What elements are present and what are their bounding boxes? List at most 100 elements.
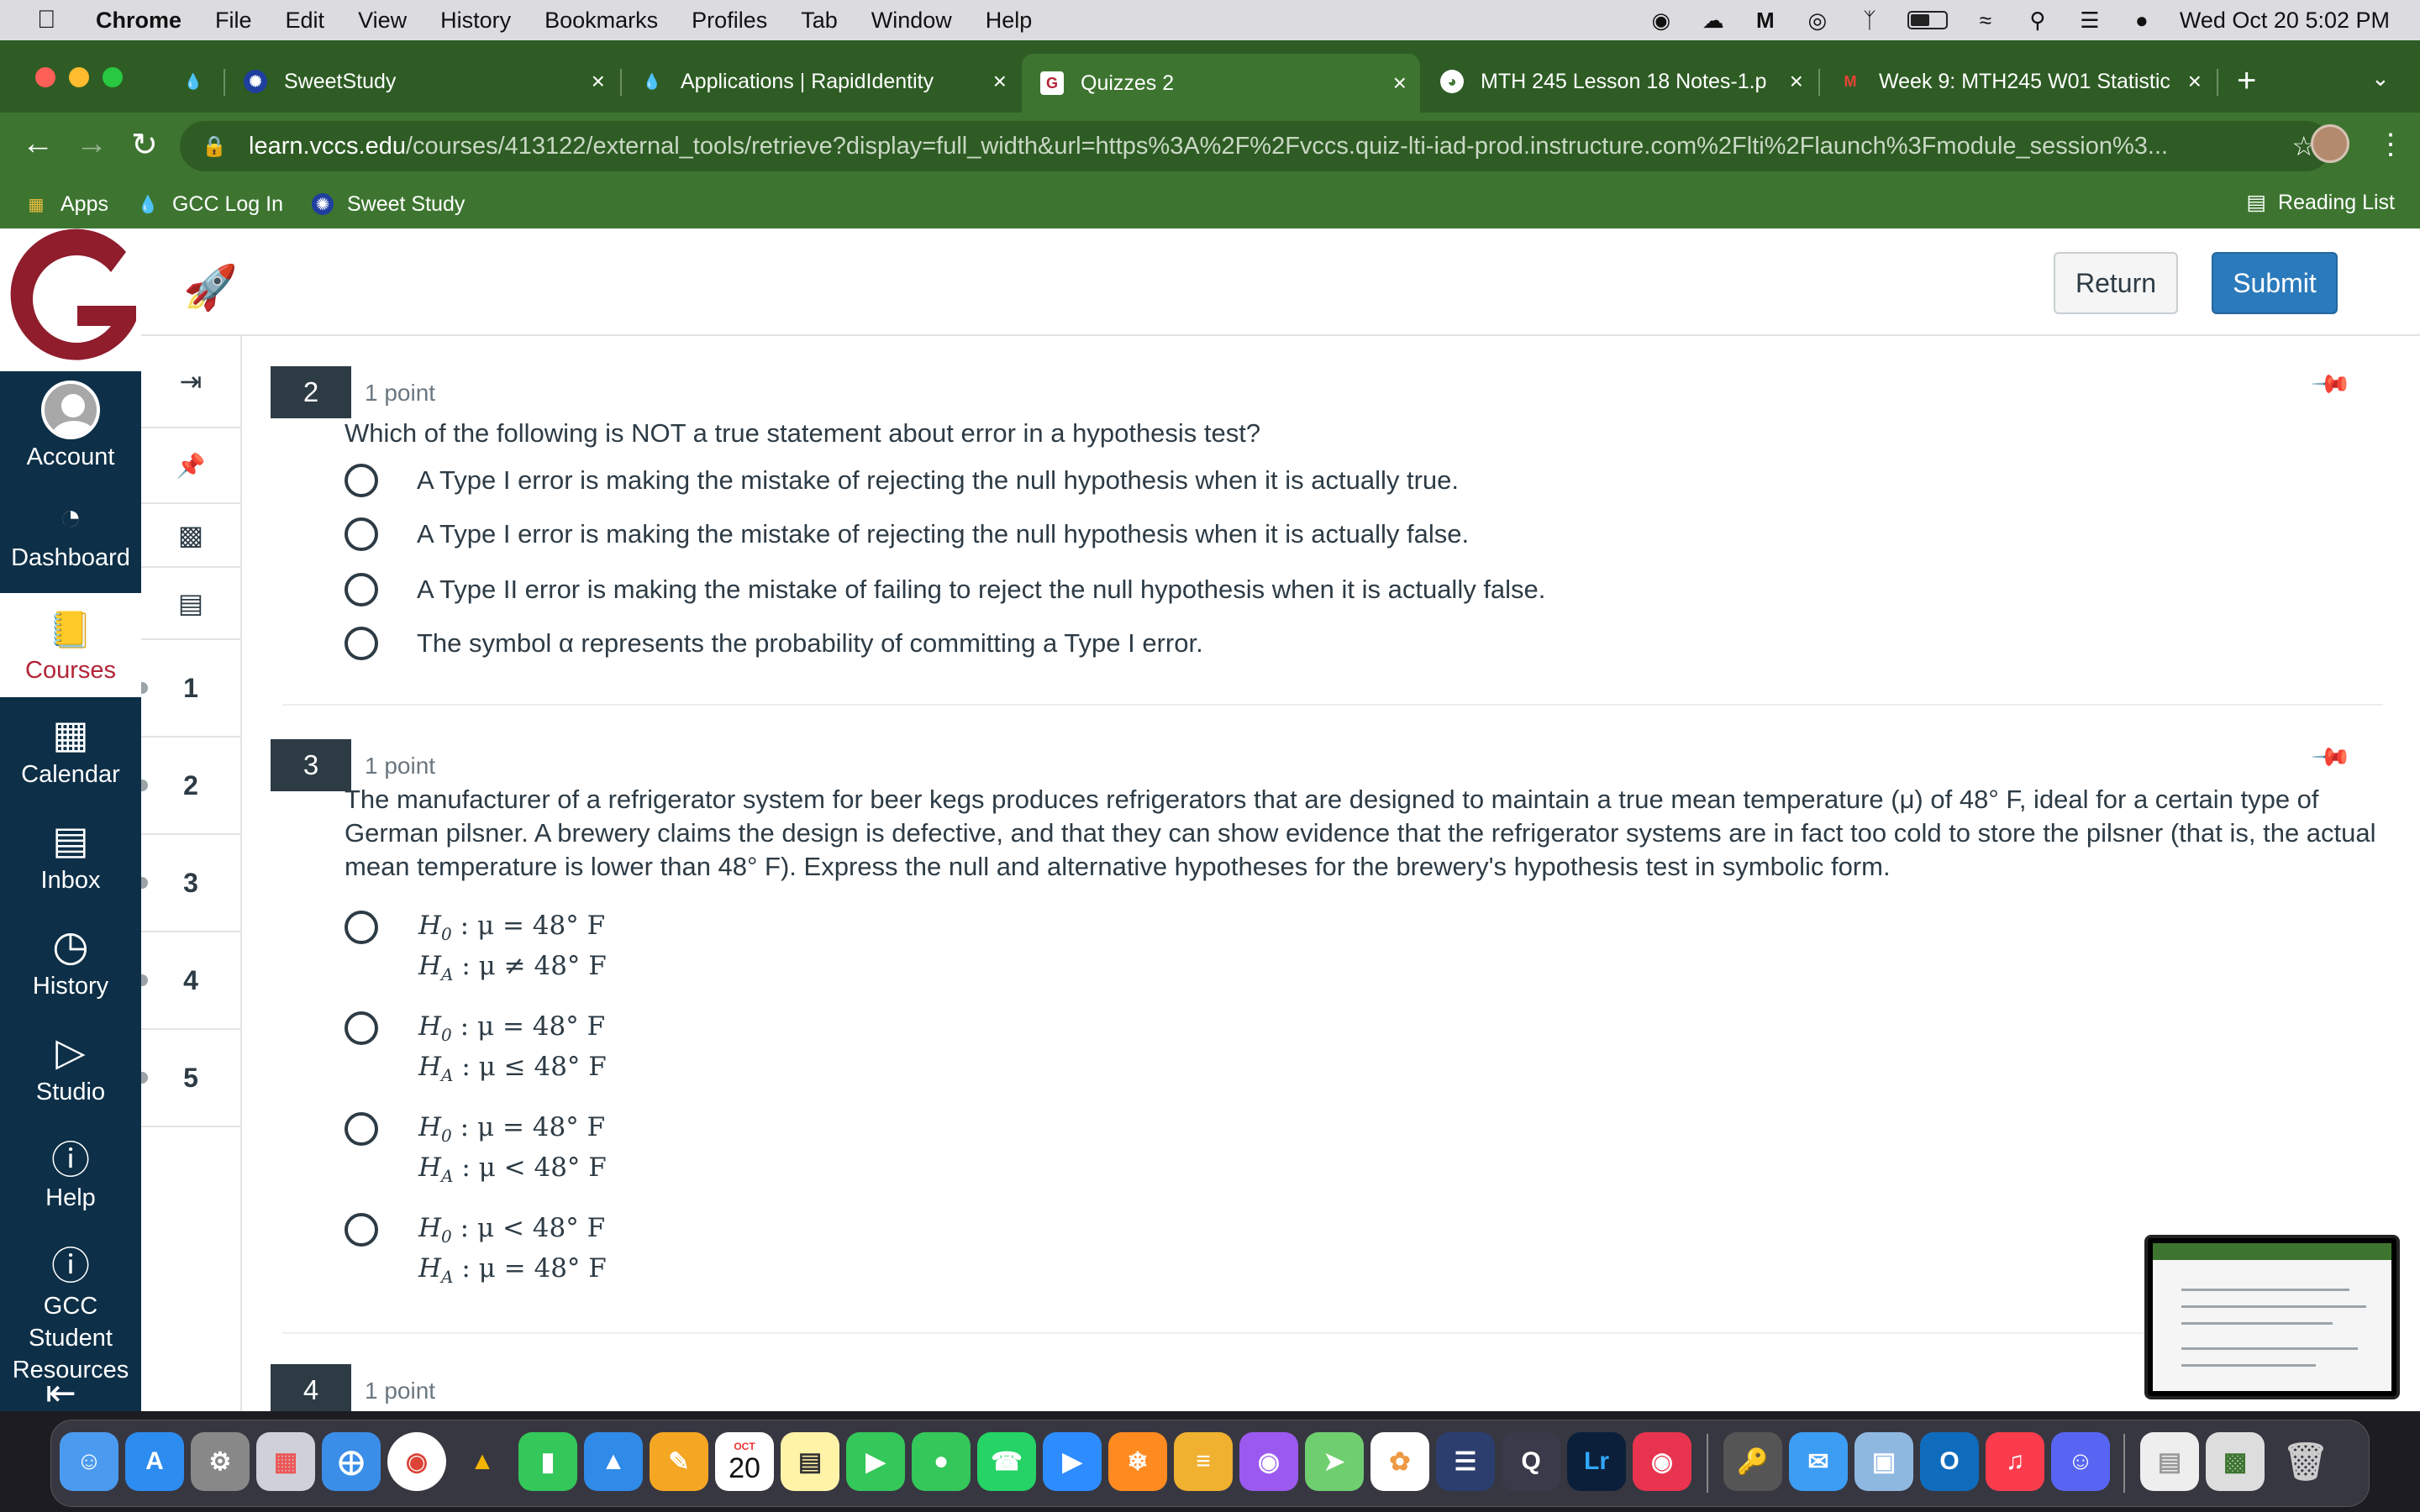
keychain-icon[interactable]: 🔑 [1723,1432,1782,1491]
menu-help[interactable]: Help [986,8,1033,34]
wifi-icon[interactable]: ≈ [1971,8,2000,33]
answer-radio[interactable] [345,464,378,497]
menubar-clock[interactable]: Wed Oct 20 5:02 PM [2180,8,2390,34]
menu-profiles[interactable]: Profiles [692,8,767,34]
screenshot-preview-thumbnail[interactable] [2144,1235,2400,1399]
zoom-icon[interactable]: ▶ [1043,1432,1102,1491]
forward-arrow-icon[interactable]: → [76,126,108,162]
preview-icon[interactable]: ▣ [1854,1432,1913,1491]
nav-gcc-student-resources[interactable]: ⓘ GCC Student Resources [0,1236,141,1383]
answer-radio[interactable] [345,627,378,660]
answer-option[interactable] [345,911,378,944]
layers-app-icon[interactable]: ☰ [1436,1432,1495,1491]
nav-account[interactable]: Account [0,381,141,477]
menu-edit[interactable]: Edit [286,8,325,34]
submit-button[interactable]: Submit [2212,252,2338,314]
tab-quizzes[interactable]: G Quizzes 2 × [1022,54,1420,113]
answer-option[interactable]: The symbol α represents the probability … [345,627,1203,660]
menu-history[interactable]: History [440,8,511,34]
nav-studio[interactable]: ▷ Studio [0,1025,141,1119]
snowflake-app-icon[interactable]: ❄ [1108,1432,1167,1491]
tab-close-icon[interactable]: × [993,68,1007,95]
control-center-icon[interactable]: ☰ [2075,8,2104,33]
app-store-icon[interactable]: A [125,1432,184,1491]
expand-panel-button[interactable]: ⇥ [141,336,240,428]
battery-icon[interactable] [1907,11,1948,29]
bookmark-apps[interactable]: ▦ Apps [25,192,108,217]
tab-close-icon[interactable]: × [1790,68,1803,95]
new-tab-plus-icon[interactable]: + [2237,62,2256,100]
menu-app-name[interactable]: Chrome [96,8,182,34]
siri-icon[interactable]: ● [2128,8,2156,33]
lightroom-icon[interactable]: Lr [1567,1432,1626,1491]
notes-app-icon[interactable]: ▤ [781,1432,839,1491]
launchpad-icon[interactable]: ▦ [256,1432,315,1491]
bookmark-sweet-study[interactable]: ✺ Sweet Study [312,192,465,217]
bookmark-gcc-login[interactable]: 💧 GCC Log In [137,192,283,217]
tab-search-chevron-icon[interactable]: ⌄ [2371,66,2390,92]
menu-view[interactable]: View [358,8,407,34]
apple-menu-icon[interactable]:  [37,6,71,34]
google-drive-icon[interactable]: ▲ [453,1432,512,1491]
messages-icon[interactable]: ● [912,1432,971,1491]
window-thumbnail-icon[interactable]: ▩ [2206,1432,2265,1491]
answer-option[interactable]: A Type I error is making the mistake of … [345,464,1459,497]
reload-icon[interactable]: ↻ [131,126,158,164]
quiz-nav-question[interactable]: 2 [141,738,240,835]
back-arrow-icon[interactable]: ← [22,126,54,162]
gcc-logo[interactable] [0,228,141,371]
podcasts-icon[interactable]: ◉ [1239,1432,1298,1491]
nav-history[interactable]: ◷ History [0,919,141,1013]
pages-icon[interactable]: ✎ [650,1432,708,1491]
chrome-menu-icon[interactable]: ⋮ [2376,128,2405,161]
answer-option[interactable]: A Type II error is making the mistake of… [345,573,1545,606]
pin-question-icon[interactable]: 📌 [2310,363,2353,406]
profile-avatar[interactable] [2311,124,2349,163]
answer-radio[interactable] [345,1213,378,1247]
document-thumbnail-icon[interactable]: ▤ [2140,1432,2199,1491]
notes-button[interactable]: ▤ [141,568,240,640]
nav-dashboard[interactable]: ◔ Dashboard [0,491,141,585]
tab-week9[interactable]: M Week 9: MTH245 W01 Statistic × [1820,55,2215,108]
answer-option[interactable] [345,1213,378,1247]
zoom-window-button[interactable] [103,67,123,87]
malwarebytes-icon[interactable]: M [1751,8,1780,33]
calculator-button[interactable]: ▩ [141,504,240,568]
answer-option[interactable]: A Type I error is making the mistake of … [345,517,1469,551]
nav-help[interactable]: ⓘ Help [0,1131,141,1225]
maps-icon[interactable]: ➤ [1305,1432,1364,1491]
address-bar[interactable]: 🔒 learn.vccs.edu /courses/413122/externa… [180,121,2331,171]
menu-tab[interactable]: Tab [801,8,838,34]
creative-cloud-app-icon[interactable]: ◉ [1633,1432,1691,1491]
answer-radio[interactable] [345,911,378,944]
nav-inbox[interactable]: ▤ Inbox [0,813,141,907]
tab-close-icon[interactable]: × [592,68,605,95]
creative-cloud-icon[interactable]: ◉ [1647,8,1676,33]
menu-file[interactable]: File [215,8,252,34]
answer-option[interactable] [345,1011,378,1045]
photos-icon[interactable]: ✿ [1370,1432,1429,1491]
nav-calendar[interactable]: ▦ Calendar [0,707,141,801]
numbers-icon[interactable]: ▮ [518,1432,577,1491]
tab-close-icon[interactable]: × [2188,68,2202,95]
close-window-button[interactable] [35,67,55,87]
quiz-nav-question[interactable]: 1 [141,640,240,738]
tab-lesson-notes[interactable]: ◕ MTH 245 Lesson 18 Notes-1.p × [1422,55,1817,108]
minimize-window-button[interactable] [69,67,89,87]
spotlight-search-icon[interactable]: ⚲ [2023,8,2052,33]
music-icon[interactable]: ♫ [1986,1432,2044,1491]
answer-radio[interactable] [345,573,378,606]
quiz-nav-question[interactable]: 3 [141,835,240,932]
trash-icon[interactable]: 🗑 [2276,1432,2335,1491]
answer-radio[interactable] [345,1112,378,1146]
keynote-icon[interactable]: ▲ [584,1432,643,1491]
safari-icon[interactable]: ⨁ [322,1432,381,1491]
tab-sweetstudy[interactable]: ✺ SweetStudy × [225,55,618,108]
cloud-upload-icon[interactable]: ☁ [1699,8,1728,33]
finder-icon[interactable]: ☺ [60,1432,118,1491]
pinned-button[interactable]: 📌 [141,428,240,504]
tab-rapididentity[interactable]: 💧 Applications | RapidIdentity × [622,55,1020,108]
lock-icon[interactable]: 🔒 [202,134,227,159]
facetime-icon[interactable]: ▶ [846,1432,905,1491]
nav-courses[interactable]: 📒 Courses [0,593,141,697]
